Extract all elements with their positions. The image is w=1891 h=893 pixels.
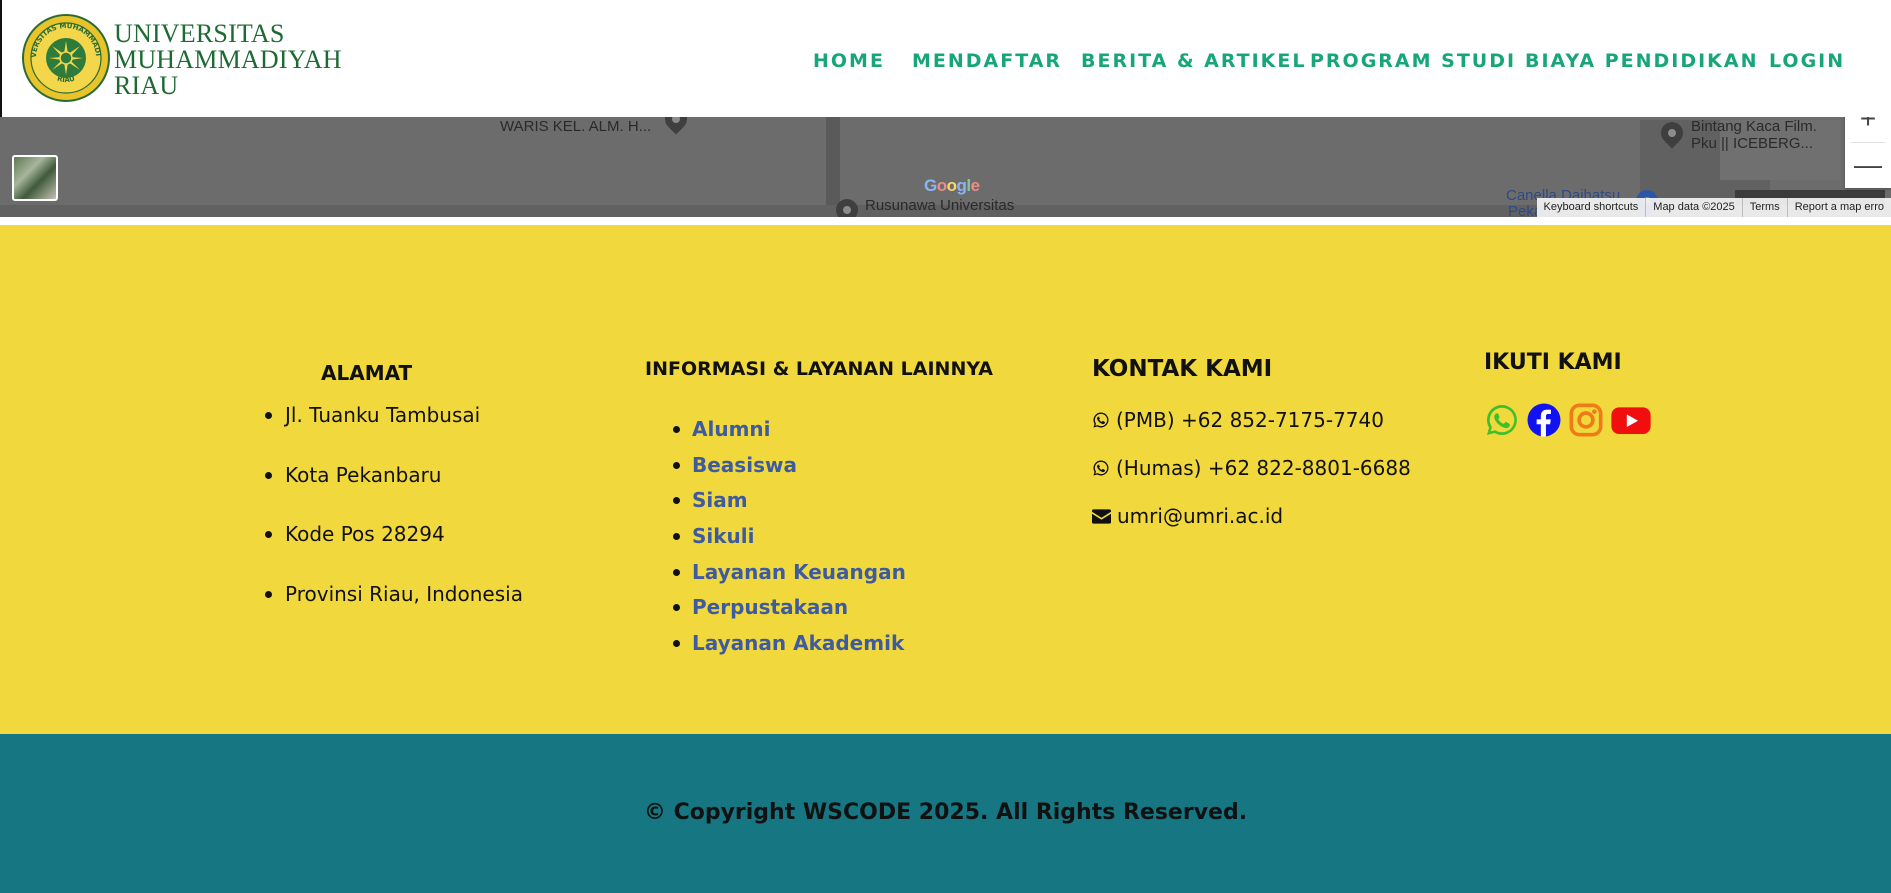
logo-line: UNIVERSITAS xyxy=(114,19,285,48)
nav-program-studi[interactable]: PROGRAM STUDI xyxy=(1310,50,1516,72)
list-item: Beasiswa xyxy=(670,450,906,486)
contact-email[interactable]: umri@umri.ac.id xyxy=(1092,504,1283,528)
contact-pmb-text: (PMB) +62 852-7175-7740 xyxy=(1116,408,1384,432)
address-item: Provinsi Riau, Indonesia xyxy=(263,579,523,639)
map-poi-label[interactable]: Bintang Kaca Film. xyxy=(1691,118,1817,135)
section-spacer xyxy=(0,217,1891,225)
nav-biaya-pendidikan[interactable]: BIAYA PENDIDIKAN xyxy=(1525,50,1759,72)
contact-email-text: umri@umri.ac.id xyxy=(1117,504,1284,528)
map-attribution: Keyboard shortcuts Map data ©2025 Terms … xyxy=(1536,198,1891,217)
social-links xyxy=(1484,402,1652,438)
whatsapp-icon[interactable] xyxy=(1484,402,1520,438)
nav-mendaftar[interactable]: MENDAFTAR xyxy=(912,50,1062,72)
address-item: Kode Pos 28294 xyxy=(263,519,523,579)
perpustakaan-link[interactable]: Perpustakaan xyxy=(692,595,848,619)
map-type-toggle[interactable] xyxy=(12,155,58,201)
nav-login[interactable]: LOGIN xyxy=(1769,50,1845,72)
instagram-icon[interactable] xyxy=(1568,402,1604,438)
informasi-links: Alumni Beasiswa Siam Sikuli Layanan Keua… xyxy=(670,414,906,664)
copyright-text: © Copyright WSCODE 2025. All Rights Rese… xyxy=(643,800,1248,825)
terms-link[interactable]: Terms xyxy=(1741,198,1787,217)
siam-link[interactable]: Siam xyxy=(692,488,748,512)
kontak-title: KONTAK KAMI xyxy=(1092,356,1273,382)
layanan-keuangan-link[interactable]: Layanan Keuangan xyxy=(692,560,906,584)
ikuti-title: IKUTI KAMI xyxy=(1484,350,1622,375)
contact-pmb[interactable]: (PMB) +62 852-7175-7740 xyxy=(1092,408,1384,432)
list-item: Layanan Akademik xyxy=(670,628,906,664)
nav-berita-artikel[interactable]: BERITA & ARTIKEL xyxy=(1081,50,1306,72)
list-item: Alumni xyxy=(670,414,906,450)
address-list: Jl. Tuanku Tambusai Kota Pekanbaru Kode … xyxy=(263,400,523,638)
report-map-error-link[interactable]: Report a map erro xyxy=(1786,198,1891,217)
informasi-title: INFORMASI & LAYANAN LAINNYA xyxy=(645,358,993,380)
map-road xyxy=(826,110,840,217)
address-item: Kota Pekanbaru xyxy=(263,460,523,520)
contact-humas-text: (Humas) +62 822-8801-6688 xyxy=(1116,456,1411,480)
map-data-text: Map data ©2025 xyxy=(1645,198,1742,217)
whatsapp-icon xyxy=(1093,412,1109,428)
layanan-akademik-link[interactable]: Layanan Akademik xyxy=(692,631,904,655)
map-poi-label[interactable]: WARIS KEL. ALM. H... xyxy=(500,118,651,135)
zoom-out-button[interactable]: — xyxy=(1845,142,1891,187)
beasiswa-link[interactable]: Beasiswa xyxy=(692,453,797,477)
nav-home[interactable]: HOME xyxy=(813,50,885,72)
envelope-icon xyxy=(1092,508,1111,524)
main-navigation: HOME MENDAFTAR BERITA & ARTIKEL PROGRAM … xyxy=(2,50,1891,80)
address-item: Jl. Tuanku Tambusai xyxy=(263,400,523,460)
list-item: Sikuli xyxy=(670,521,906,557)
alamat-title: ALAMAT xyxy=(321,361,413,385)
facebook-icon[interactable] xyxy=(1526,402,1562,438)
contact-humas[interactable]: (Humas) +62 822-8801-6688 xyxy=(1092,456,1411,480)
whatsapp-icon xyxy=(1093,460,1109,476)
list-item: Layanan Keuangan xyxy=(670,557,906,593)
site-header: UNIVERSITAS MUHAMMADIYAH RIAU UNIVERSITA… xyxy=(0,0,1891,117)
alumni-link[interactable]: Alumni xyxy=(692,417,771,441)
list-item: Siam xyxy=(670,485,906,521)
map-poi-label[interactable]: Pku || ICEBERG... xyxy=(1691,135,1813,152)
keyboard-shortcuts-link[interactable]: Keyboard shortcuts xyxy=(1537,198,1646,217)
sikuli-link[interactable]: Sikuli xyxy=(692,524,755,548)
google-logo: Google xyxy=(924,176,980,195)
list-item: Perpustakaan xyxy=(670,592,906,628)
map-poi-label[interactable]: Rusunawa Universitas xyxy=(865,197,1014,214)
youtube-icon[interactable] xyxy=(1610,402,1652,438)
